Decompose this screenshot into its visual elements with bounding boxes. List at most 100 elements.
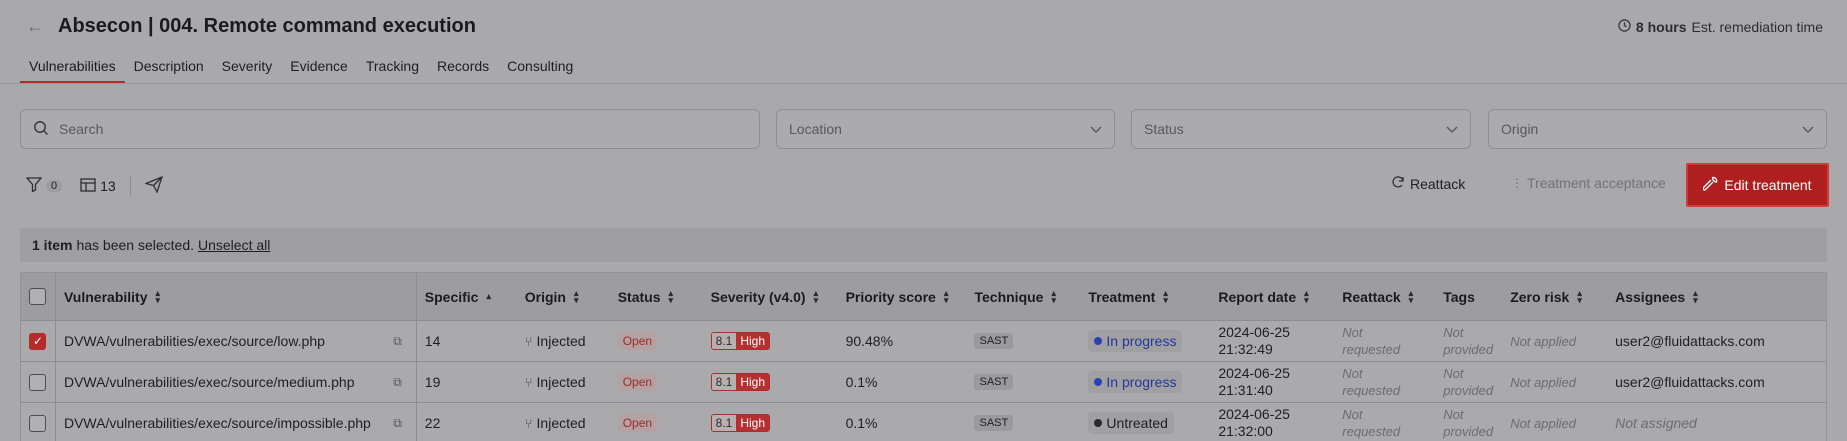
technique-cell: SAST: [966, 403, 1080, 441]
copy-icon[interactable]: ⧉: [393, 416, 402, 431]
origin-cell: ⑂ Injected: [517, 403, 610, 441]
tab-vulnerabilities[interactable]: Vulnerabilities: [20, 54, 125, 84]
column-header-origin[interactable]: Origin ▴ ▾: [517, 273, 610, 320]
send-icon[interactable]: [143, 175, 163, 196]
remediation-label: Est. remediation time: [1691, 19, 1824, 35]
technique-badge: SAST: [974, 374, 1014, 390]
location-select[interactable]: Location: [776, 109, 1115, 149]
treatment-badge: In progress: [1088, 371, 1183, 393]
tab-severity[interactable]: Severity: [213, 54, 282, 84]
vulnerability-cell: DVWA/vulnerabilities/exec/source/low.php…: [56, 321, 417, 361]
column-header-tags[interactable]: Tags: [1435, 273, 1502, 320]
sort-icon: ▴ ▾: [155, 287, 161, 305]
column-label: Technique: [974, 288, 1044, 305]
unselect-all-link[interactable]: Unselect all: [198, 237, 270, 253]
edit-treatment-label: Edit treatment: [1724, 177, 1812, 193]
copy-icon[interactable]: ⧉: [393, 375, 402, 390]
specific-cell: 19: [424, 374, 441, 390]
row-select-cell: ✓: [21, 321, 56, 361]
origin-select[interactable]: Origin: [1488, 109, 1827, 149]
treatment-cell: In progress: [1080, 321, 1210, 361]
column-label: Specific: [424, 288, 479, 305]
column-header-treatment[interactable]: Treatment ▴ ▾: [1080, 273, 1210, 320]
column-header-status[interactable]: Status ▴ ▾: [610, 273, 703, 320]
tags-cell: Not provided: [1435, 362, 1502, 402]
tab-evidence[interactable]: Evidence: [281, 54, 357, 84]
select-all-checkbox[interactable]: [29, 288, 47, 305]
reattack-cell: Not requested: [1334, 321, 1435, 361]
sort-icon: ▴ ▾: [1693, 287, 1698, 305]
assignee-cell: user2@fluidattacks.com: [1615, 333, 1765, 349]
edit-treatment-button[interactable]: Edit treatment: [1686, 163, 1829, 207]
status-dot: [1094, 419, 1103, 427]
tab-consulting[interactable]: Consulting: [498, 54, 582, 84]
assignee-cell: user2@fluidattacks.com: [1615, 374, 1765, 390]
tab-tracking[interactable]: Tracking: [357, 54, 428, 84]
status-dot: [1094, 378, 1103, 386]
column-header-technique[interactable]: Technique ▴ ▾: [966, 273, 1080, 320]
zero-risk-value: Not applied: [1510, 374, 1576, 390]
search-input[interactable]: Search: [20, 109, 760, 149]
sort-icon: ▴ ▾: [1163, 287, 1168, 305]
reattack-cell: Not requested: [1334, 403, 1435, 441]
copy-icon[interactable]: ⧉: [393, 334, 402, 349]
reattack-cell: Not requested: [1334, 362, 1435, 402]
treatment-badge: In progress: [1088, 330, 1183, 352]
tab-records[interactable]: Records: [428, 54, 498, 84]
columns-button[interactable]: 13: [80, 177, 116, 195]
row-checkbox[interactable]: [29, 414, 47, 432]
column-header-report-date[interactable]: Report date ▴ ▾: [1210, 273, 1334, 320]
tab-description[interactable]: Description: [125, 54, 213, 84]
severity-level: High: [736, 374, 770, 390]
report-date-cell: 2024-06-25 21:32:00: [1210, 403, 1334, 441]
row-checkbox[interactable]: [29, 373, 47, 391]
table-row[interactable]: ✓ DVWA/vulnerabilities/exec/source/low.p…: [21, 321, 1826, 362]
column-label: Priority score: [845, 288, 936, 305]
assignee-value: Not assigned: [1615, 414, 1697, 431]
report-date-day: 2024-06-25: [1218, 365, 1290, 381]
selection-banner: 1 item has been selected. Unselect all: [20, 228, 1827, 262]
status-dot: [1094, 337, 1103, 345]
severity-badge: 8.1 High: [710, 373, 771, 391]
column-label: Origin: [524, 288, 566, 305]
origin-value: Injected: [536, 415, 586, 431]
location-placeholder: Location: [789, 121, 842, 137]
status-cell: Open: [610, 362, 703, 402]
priority-cell: 0.1%: [845, 374, 878, 390]
status-select[interactable]: Status: [1131, 109, 1471, 149]
column-header-priority-score[interactable]: Priority score ▴ ▾: [838, 273, 967, 320]
column-label: Reattack: [1342, 288, 1401, 305]
origin-placeholder: Origin: [1501, 121, 1539, 137]
column-header-vulnerability[interactable]: Vulnerability ▴ ▾: [56, 273, 417, 320]
filter-icon: [25, 177, 43, 195]
row-select-cell: [21, 403, 56, 441]
back-arrow-icon[interactable]: ←: [26, 16, 46, 36]
severity-score: 8.1: [711, 333, 737, 349]
sort-icon: ▴ ▾: [573, 287, 579, 305]
row-checkbox[interactable]: ✓: [29, 332, 47, 350]
treatment-acceptance-label: Treatment acceptance: [1527, 175, 1666, 191]
severity-level: High: [736, 415, 770, 431]
select-all-cell: [21, 273, 56, 320]
column-header-assignees[interactable]: Assignees ▴ ▾: [1607, 273, 1826, 320]
severity-score: 8.1: [711, 415, 737, 431]
report-date-time: 21:32:00: [1218, 423, 1273, 439]
filter-count-badge: 0: [46, 180, 63, 192]
chevron-down-icon: [1090, 121, 1102, 137]
treatment-acceptance-button[interactable]: ⋮ Treatment acceptance: [1511, 175, 1666, 191]
wrench-icon: [1702, 176, 1718, 194]
table-row[interactable]: DVWA/vulnerabilities/exec/source/medium.…: [21, 362, 1826, 403]
column-header-zero-risk[interactable]: Zero risk ▴ ▾: [1502, 273, 1607, 320]
technique-badge: SAST: [974, 333, 1014, 349]
reattack-button[interactable]: Reattack: [1391, 175, 1465, 192]
tags-value: Not provided: [1443, 407, 1494, 439]
priority-cell: 0.1%: [845, 415, 878, 431]
report-date-cell: 2024-06-25 21:31:40: [1210, 362, 1334, 402]
column-header-specific[interactable]: Specific ▴: [417, 273, 517, 320]
technique-badge: SAST: [974, 415, 1014, 431]
column-header-severity[interactable]: Severity (v4.0) ▴ ▾: [703, 273, 838, 320]
table-toolbar: 0 13: [25, 175, 163, 196]
table-row[interactable]: DVWA/vulnerabilities/exec/source/impossi…: [21, 403, 1826, 441]
filter-button[interactable]: 0: [25, 177, 63, 195]
column-header-reattack[interactable]: Reattack ▴ ▾: [1334, 273, 1435, 320]
